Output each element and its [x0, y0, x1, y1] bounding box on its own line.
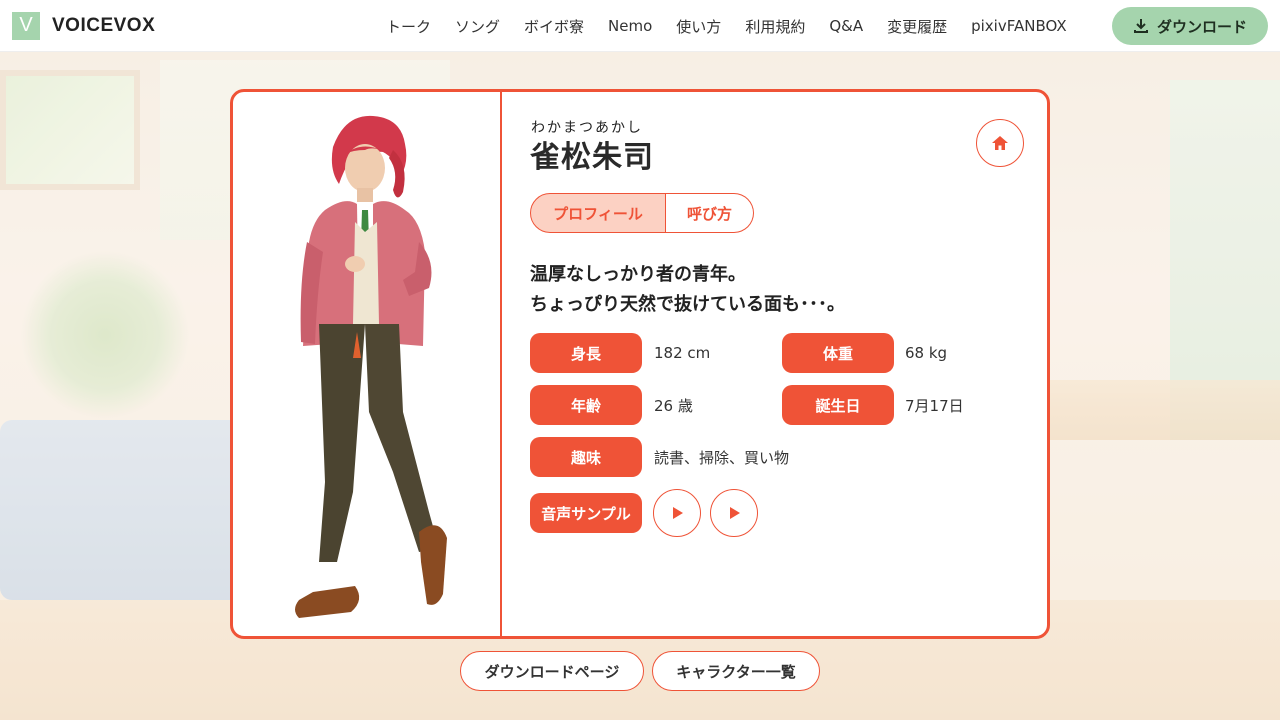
play-icon — [673, 507, 683, 519]
age-label: 年齢 — [530, 385, 642, 425]
logo[interactable]: V VOICEVOX — [12, 11, 156, 40]
play-icon — [730, 507, 740, 519]
age-value: 26 歳 — [654, 396, 693, 415]
hobby-value: 読書、掃除、買い物 — [654, 448, 790, 467]
nav-usage[interactable]: 使い方 — [676, 16, 721, 37]
character-card: わかまつあかし 雀松朱司 プロフィール 呼び方 温厚なしっかり者の青年。 ちょっ… — [230, 89, 1050, 639]
height-label: 身長 — [530, 333, 642, 373]
character-description: 温厚なしっかり者の青年。 ちょっぴり天然で抜けている面も･･･。 — [530, 260, 845, 320]
home-button[interactable] — [976, 119, 1024, 167]
nav-talk[interactable]: トーク — [386, 16, 431, 37]
character-list-button[interactable]: キャラクター一覧 — [652, 651, 820, 691]
nav-changelog[interactable]: 変更履歴 — [887, 16, 947, 37]
main-nav: トーク ソング ボイボ寮 Nemo 使い方 利用規約 Q&A 変更履歴 pixi… — [386, 0, 1091, 52]
nav-terms[interactable]: 利用規約 — [745, 16, 805, 37]
download-icon — [1133, 19, 1148, 33]
logo-text: VOICEVOX — [52, 14, 156, 36]
download-page-button[interactable]: ダウンロードページ — [460, 651, 644, 691]
tab-address[interactable]: 呼び方 — [666, 193, 754, 233]
voice-sample-play-button-1[interactable] — [653, 489, 701, 537]
birthday-value: 7月17日 — [905, 396, 964, 415]
nav-song[interactable]: ソング — [455, 16, 500, 37]
voice-sample-label: 音声サンプル — [530, 493, 642, 533]
voice-sample-play-button-2[interactable] — [710, 489, 758, 537]
home-icon — [992, 136, 1008, 150]
logo-mark: V — [12, 11, 40, 40]
character-name: 雀松朱司 — [530, 140, 654, 175]
weight-value: 68 kg — [905, 344, 948, 362]
download-label: ダウンロード — [1156, 17, 1247, 36]
hobby-label: 趣味 — [530, 437, 642, 477]
description-line-2: ちょっぴり天然で抜けている面も･･･。 — [530, 294, 845, 315]
birthday-label: 誕生日 — [782, 385, 894, 425]
description-line-1: 温厚なしっかり者の青年。 — [530, 264, 746, 285]
nav-dorm[interactable]: ボイボ寮 — [524, 16, 584, 37]
height-value: 182 cm — [654, 344, 711, 362]
nav-qa[interactable]: Q&A — [829, 17, 863, 35]
character-portrait — [233, 92, 502, 636]
character-info: わかまつあかし 雀松朱司 プロフィール 呼び方 温厚なしっかり者の青年。 ちょっ… — [504, 92, 1047, 636]
tab-profile[interactable]: プロフィール — [530, 193, 666, 233]
nav-fanbox[interactable]: pixivFANBOX — [971, 17, 1067, 35]
profile-tabs: プロフィール 呼び方 — [530, 193, 754, 233]
site-header: V VOICEVOX トーク ソング ボイボ寮 Nemo 使い方 利用規約 Q&… — [0, 0, 1280, 52]
weight-label: 体重 — [782, 333, 894, 373]
nav-nemo[interactable]: Nemo — [608, 17, 652, 35]
download-button[interactable]: ダウンロード — [1112, 7, 1268, 45]
